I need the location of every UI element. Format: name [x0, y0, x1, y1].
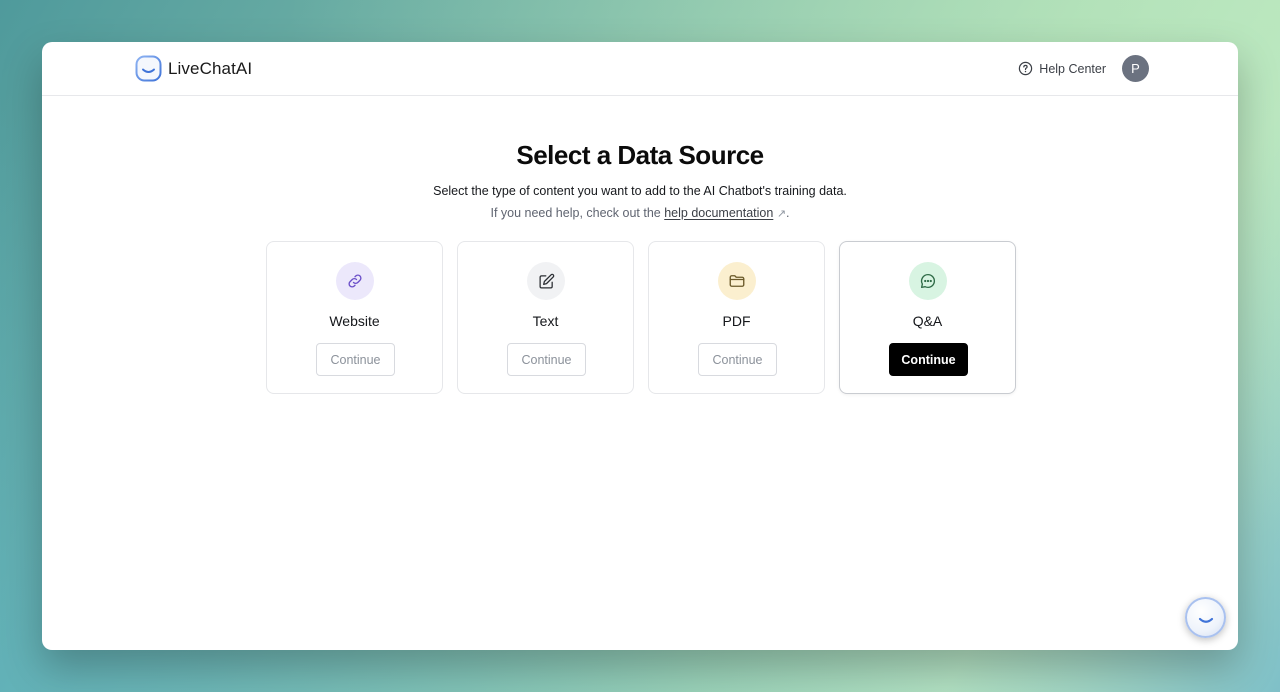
- link-icon: [348, 274, 362, 288]
- help-prefix: If you need help, check out the: [490, 206, 665, 220]
- card-label: Text: [532, 313, 559, 329]
- qa-continue-button[interactable]: Continue: [889, 343, 968, 376]
- data-source-cards: Website Continue Text Continue PDF Conti: [266, 241, 1016, 394]
- help-documentation-link[interactable]: help documentation: [664, 206, 773, 220]
- card-website[interactable]: Website Continue: [266, 241, 443, 394]
- help-center-label: Help Center: [1039, 61, 1106, 76]
- app-window: LiveChatAI Help Center P Select a Data S…: [42, 42, 1238, 650]
- card-label: Q&A: [912, 313, 943, 329]
- folder-icon: [729, 275, 745, 287]
- pdf-icon-circle: [718, 262, 756, 300]
- card-label: PDF: [722, 313, 751, 329]
- qa-icon-circle: [909, 262, 947, 300]
- edit-icon: [538, 273, 554, 289]
- card-qa[interactable]: Q&A Continue: [839, 241, 1016, 394]
- external-link-icon: ↗: [776, 208, 787, 220]
- website-continue-button[interactable]: Continue: [316, 343, 395, 376]
- text-icon-circle: [527, 262, 565, 300]
- card-label: Website: [329, 313, 380, 329]
- text-continue-button[interactable]: Continue: [507, 343, 586, 376]
- card-text[interactable]: Text Continue: [457, 241, 634, 394]
- user-avatar[interactable]: P: [1122, 55, 1149, 82]
- help-line: If you need help, check out the help doc…: [42, 206, 1238, 220]
- page-title: Select a Data Source: [516, 140, 764, 170]
- card-pdf[interactable]: PDF Continue: [648, 241, 825, 394]
- top-bar: LiveChatAI Help Center P: [42, 42, 1238, 96]
- chat-smile-icon: [1198, 617, 1213, 623]
- chat-bubble-icon: [920, 273, 936, 289]
- help-suffix: .: [786, 206, 790, 220]
- chat-launcher-button[interactable]: [1185, 597, 1226, 638]
- logo[interactable]: LiveChatAI: [135, 55, 252, 82]
- help-center-link[interactable]: Help Center: [1018, 61, 1106, 76]
- pdf-continue-button[interactable]: Continue: [698, 343, 777, 376]
- logo-text: LiveChatAI: [168, 58, 253, 78]
- website-icon-circle: [336, 262, 374, 300]
- livechatai-logo-icon: [135, 55, 162, 82]
- page-subtitle: Select the type of content you want to a…: [433, 184, 847, 198]
- question-circle-icon: [1019, 61, 1033, 76]
